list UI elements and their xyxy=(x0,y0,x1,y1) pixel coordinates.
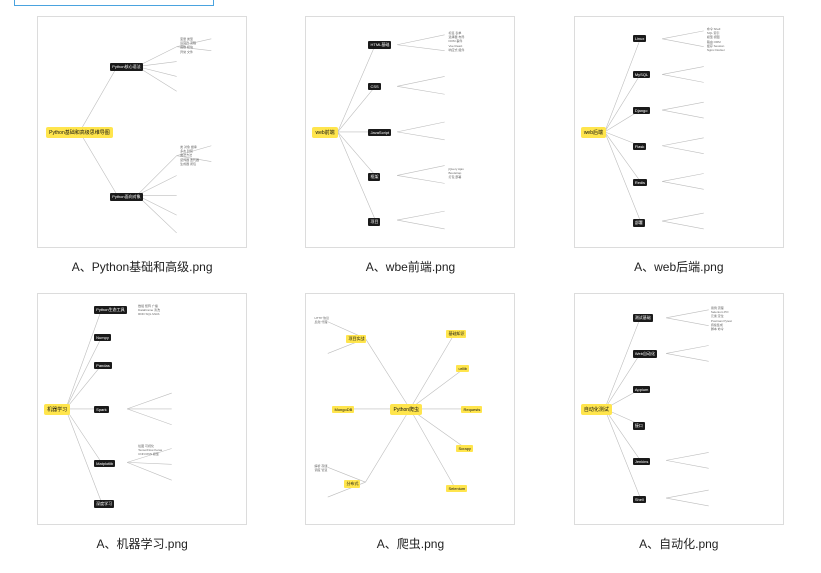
mindmap-node: Python核心语法 xyxy=(110,63,142,71)
mindmap-node: 项目实战 xyxy=(346,335,366,343)
file-item[interactable]: Python基础和高级思维导图 Python核心语法 Python面向对象 变量… xyxy=(26,16,258,275)
mindmap-node: 部署 xyxy=(633,219,645,227)
file-item[interactable]: 机器学习 Python生态工具 Numpy Pandas Spark Matpl… xyxy=(26,293,258,552)
mindmap-root: web前端 xyxy=(312,127,337,138)
file-name-label: A、自动化.png xyxy=(639,535,718,552)
mindmap-root: 机器学习 xyxy=(44,404,70,415)
mindmap-node: Linux xyxy=(633,35,647,42)
file-name-label: A、机器学习.png xyxy=(96,535,187,552)
mindmap-node: Selenium xyxy=(446,485,467,492)
mindmap-node: 基础知识 xyxy=(446,330,466,338)
selected-item-fragment xyxy=(14,0,214,6)
mindmap-lines xyxy=(575,17,783,247)
mindmap-root: web后端 xyxy=(581,127,606,138)
file-item[interactable]: Python爬虫 基础知识 urllib Requests Scrapy Sel… xyxy=(294,293,526,552)
mindmap-node: Pandas xyxy=(94,362,112,369)
mindmap-node: MySQL xyxy=(633,71,650,78)
mindmap-root: 自动化测试 xyxy=(581,404,612,415)
mindmap-node: 项目 xyxy=(368,218,380,226)
mindmap-node: Web自动化 xyxy=(633,350,657,358)
mindmap-node: JavaScript xyxy=(368,129,391,136)
file-item[interactable]: web前端 HTML基础 CSS JavaScript 框架 项目 标签 表单选… xyxy=(294,16,526,275)
mindmap-node: Appium xyxy=(633,386,651,393)
file-thumbnail: Python爬虫 基础知识 urllib Requests Scrapy Sel… xyxy=(305,293,515,525)
mindmap-root: Python爬虫 xyxy=(390,404,422,415)
mindmap-lines xyxy=(306,17,514,247)
mindmap-node: Matplotlib xyxy=(94,460,115,467)
mindmap-node: 测试基础 xyxy=(633,314,653,322)
mindmap-node: Python生态工具 xyxy=(94,306,126,314)
mindmap-node: urllib xyxy=(456,365,468,372)
mindmap-node: 深度学习 xyxy=(94,500,114,508)
mindmap-node: Python面向对象 xyxy=(110,193,142,201)
file-item[interactable]: web后端 Linux MySQL Django Flask Redis 部署 … xyxy=(563,16,795,275)
mindmap-node: HTML基础 xyxy=(368,41,391,49)
mindmap-node: MongoDB xyxy=(332,406,354,413)
mindmap-node: Scrapy xyxy=(456,445,472,452)
mindmap-node: Redis xyxy=(633,179,647,186)
mindmap-node: Jenkins xyxy=(633,458,651,465)
file-thumbnail: web前端 HTML基础 CSS JavaScript 框架 项目 标签 表单选… xyxy=(305,16,515,248)
file-thumbnail: 自动化测试 测试基础 Web自动化 Appium 接口 Jenkins Shel… xyxy=(574,293,784,525)
mindmap-node: Django xyxy=(633,107,650,114)
mindmap-node: Spark xyxy=(94,406,108,413)
mindmap-node: Shell xyxy=(633,496,646,503)
file-name-label: A、web后端.png xyxy=(634,258,723,275)
file-item[interactable]: 自动化测试 测试基础 Web自动化 Appium 接口 Jenkins Shel… xyxy=(563,293,795,552)
mindmap-node: 框架 xyxy=(368,173,380,181)
mindmap-root: Python基础和高级思维导图 xyxy=(46,127,113,138)
file-thumbnail: 机器学习 Python生态工具 Numpy Pandas Spark Matpl… xyxy=(37,293,247,525)
file-thumbnail: Python基础和高级思维导图 Python核心语法 Python面向对象 变量… xyxy=(37,16,247,248)
file-name-label: A、Python基础和高级.png xyxy=(72,258,213,275)
file-name-label: A、wbe前端.png xyxy=(366,258,455,275)
mindmap-node: 接口 xyxy=(633,422,645,430)
mindmap-node: Numpy xyxy=(94,334,111,341)
mindmap-node: Requests xyxy=(461,406,482,413)
mindmap-node: CSS xyxy=(368,83,380,90)
file-grid: Python基础和高级思维导图 Python核心语法 Python面向对象 变量… xyxy=(0,16,821,552)
mindmap-node: Flask xyxy=(633,143,647,150)
file-name-label: A、爬虫.png xyxy=(377,535,444,552)
file-thumbnail: web后端 Linux MySQL Django Flask Redis 部署 … xyxy=(574,16,784,248)
